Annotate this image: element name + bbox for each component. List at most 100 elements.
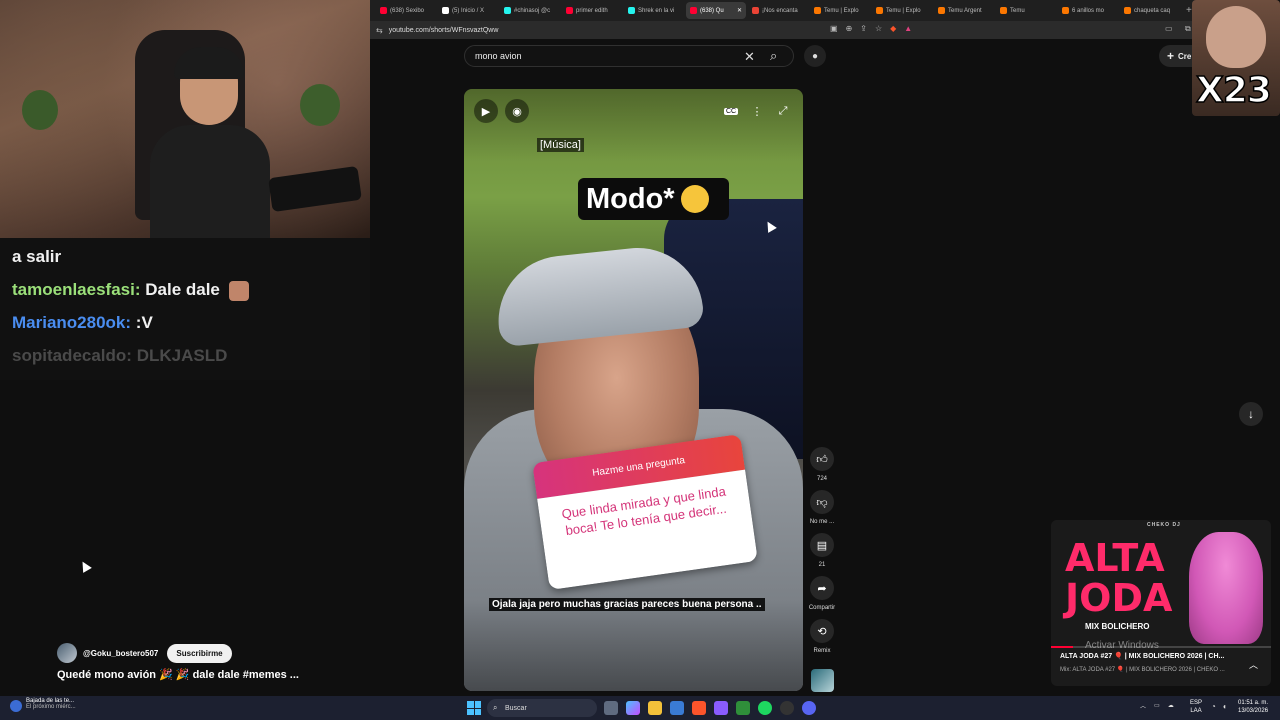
subscribe-button[interactable]: Suscribirme xyxy=(167,643,232,663)
tab-label: Shrek en la vi xyxy=(638,7,675,14)
browser-tab[interactable]: primer edith xyxy=(562,2,622,19)
chat-username: tamoenlaesfasi: xyxy=(12,280,141,299)
tab-label: #chinasoj @c xyxy=(514,7,551,14)
tab-label: 6 anillos mo xyxy=(1072,7,1105,14)
site-info-icon[interactable]: ⇆ xyxy=(376,26,383,35)
volume-button[interactable]: ◉ xyxy=(505,99,529,123)
browser-tab[interactable]: (5) Inicio / X xyxy=(438,2,498,19)
modo-text: Modo* xyxy=(586,182,675,215)
brave-rewards-icon[interactable]: ▲ xyxy=(904,24,912,33)
brave-browser-icon[interactable] xyxy=(692,701,706,715)
spotify-icon[interactable] xyxy=(758,701,772,715)
plant xyxy=(22,90,58,130)
address-bar[interactable]: ⇆ youtube.com/shorts/WFnsvaztQww ▣ ⊕ ⇪ ☆… xyxy=(370,21,1280,39)
like-count: 724 xyxy=(816,476,827,482)
close-tab-icon[interactable]: ✕ xyxy=(737,7,742,14)
cloud-icon[interactable]: ☁ xyxy=(1168,702,1174,709)
voice-search-button[interactable]: ● xyxy=(804,45,826,67)
store-icon[interactable] xyxy=(670,701,684,715)
miniplayer-title[interactable]: ALTA JODA #27 🎈 | MIX BOLICHERO 2026 | C… xyxy=(1060,652,1224,660)
chevron-up-icon[interactable]: ︿ xyxy=(1140,701,1146,710)
share-label: Compartir xyxy=(808,605,836,611)
tab-label: Temu xyxy=(1010,7,1025,14)
screen: a salir tamoenlaesfasi: Dale dale Marian… xyxy=(0,0,1280,720)
url-text[interactable]: youtube.com/shorts/WFnsvaztQww xyxy=(389,27,499,34)
start-button-icon[interactable] xyxy=(467,701,481,715)
comments-action[interactable]: ▤ 21 xyxy=(810,533,834,568)
video-title[interactable]: Quedé mono avión 🎉 🎉 dale dale #memes ..… xyxy=(57,668,299,681)
file-explorer-icon[interactable] xyxy=(648,701,662,715)
browser-tab[interactable]: Temu | Explo xyxy=(810,2,870,19)
browser-tab[interactable]: Temu | Explo xyxy=(872,2,932,19)
dislike-action[interactable]: 👎︎ No me ... xyxy=(810,490,834,525)
browser-tab-active[interactable]: (638) Qu ✕ xyxy=(686,2,746,19)
taskbar-search[interactable]: ⌕ Buscar xyxy=(487,699,597,717)
plus-icon: + xyxy=(1167,49,1175,63)
fullscreen-icon[interactable]: ⤢ xyxy=(771,99,795,123)
plant xyxy=(300,84,340,126)
art-subtitle: MIX BOLICHERO xyxy=(1085,622,1150,631)
chat-message: tamoenlaesfasi: Dale dale xyxy=(12,273,358,306)
browser-tab[interactable]: (638) Sexibo xyxy=(376,2,436,19)
share-arrow-icon[interactable]: ➦ xyxy=(810,576,834,600)
temu-icon xyxy=(814,7,821,14)
screenshot-icon[interactable]: ▣ xyxy=(830,24,838,33)
remix-action[interactable]: ⟲ Remix xyxy=(810,619,834,654)
dislike-icon[interactable]: 👎︎ xyxy=(810,490,834,514)
browser-tab[interactable]: chaqueta caq xyxy=(1120,2,1180,19)
tab-label: Temu Argent xyxy=(948,7,982,14)
progress-bar[interactable] xyxy=(1051,646,1271,648)
extensions-icon[interactable]: ⧉ xyxy=(1185,24,1191,34)
play-button[interactable]: ▶ xyxy=(474,99,498,123)
youtube-icon xyxy=(690,7,697,14)
captions-button[interactable]: CC xyxy=(719,99,743,123)
tiktok-icon xyxy=(504,7,511,14)
browser-tab[interactable]: Temu Argent xyxy=(934,2,994,19)
remix-icon[interactable]: ⟲ xyxy=(810,619,834,643)
language-indicator[interactable]: ESP LAA xyxy=(1190,699,1202,715)
clock-time: 01:51 a. m. xyxy=(1238,700,1269,706)
new-tab-button[interactable]: + xyxy=(1186,5,1192,16)
comment-icon[interactable]: ▤ xyxy=(810,533,834,557)
next-video-button[interactable]: ↓ xyxy=(1239,402,1263,426)
weather-widget[interactable]: Bajada de las te... El próximo miérc... xyxy=(10,698,76,712)
obs-icon[interactable] xyxy=(780,701,794,715)
app-grid-icon[interactable] xyxy=(714,701,728,715)
brave-shield-icon[interactable]: ◆ xyxy=(890,24,896,33)
language-layout: LAA xyxy=(1190,708,1202,714)
temu-icon xyxy=(1062,7,1069,14)
wifi-icon[interactable]: ◔ xyxy=(1211,702,1216,711)
temu-icon xyxy=(1124,7,1131,14)
like-action[interactable]: 👍︎ 724 xyxy=(810,447,834,482)
clock[interactable]: 01:51 a. m. 13/03/2026 xyxy=(1238,699,1268,715)
sidebar-toggle-icon[interactable]: ▭ xyxy=(1165,24,1173,33)
channel-name[interactable]: @Goku_bostero507 xyxy=(83,649,158,658)
app-tray-icon[interactable]: ▭ xyxy=(1154,702,1160,709)
chevron-up-icon[interactable]: ︿ xyxy=(1249,658,1258,671)
share-action[interactable]: ➦ Compartir xyxy=(809,576,835,611)
browser-tab[interactable]: ¡Nos encanta xyxy=(748,2,808,19)
task-view-icon[interactable] xyxy=(604,701,618,715)
browser-tab[interactable]: #chinasoj @c xyxy=(500,2,560,19)
volume-icon[interactable]: ◖ xyxy=(1222,702,1227,711)
sound-thumbnail[interactable] xyxy=(811,669,834,692)
miniplayer-widget[interactable]: CHEKO DJ ALTA JODA MIX BOLICHERO ALTA JO… xyxy=(1051,520,1271,686)
tab-label: primer edith xyxy=(576,7,608,14)
more-options-icon[interactable]: ⋮ xyxy=(745,99,769,123)
art-title: ALTA JODA xyxy=(1065,536,1173,620)
channel-avatar[interactable] xyxy=(57,643,77,663)
clear-search-icon[interactable]: ✕ xyxy=(744,49,755,65)
browser-tab[interactable]: 6 anillos mo xyxy=(1058,2,1118,19)
tab-label: ¡Nos encanta xyxy=(762,7,798,14)
copilot-icon[interactable] xyxy=(626,701,640,715)
browser-tab[interactable]: Shrek en la vi xyxy=(624,2,684,19)
discord-icon[interactable] xyxy=(802,701,816,715)
browser-tab[interactable]: Temu xyxy=(996,2,1056,19)
share-icon[interactable]: ⇪ xyxy=(860,24,867,33)
xbox-icon[interactable] xyxy=(736,701,750,715)
search-value: mono avion xyxy=(475,51,522,61)
zoom-icon[interactable]: ⊕ xyxy=(846,24,853,33)
bookmark-icon[interactable]: ☆ xyxy=(875,24,882,33)
like-icon[interactable]: 👍︎ xyxy=(810,447,834,471)
search-icon[interactable]: ⌕ xyxy=(770,48,777,64)
